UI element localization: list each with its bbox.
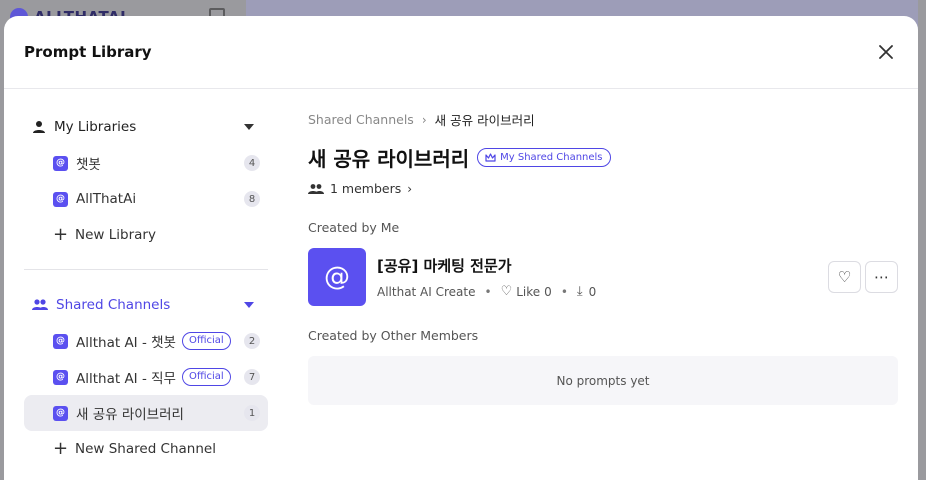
prompt-info: [공유] 마케팅 전문가 Allthat AI Create • ♡ Like …: [377, 255, 824, 299]
prompt-title[interactable]: [공유] 마케팅 전문가: [377, 255, 824, 276]
chip-label: My Shared Channels: [500, 152, 603, 163]
chevron-down-icon[interactable]: [244, 302, 254, 308]
empty-state: No prompts yet: [308, 356, 898, 405]
my-shared-channels-chip: My Shared Channels: [477, 148, 611, 167]
library-main: Shared Channels › 새 공유 라이브러리 새 공유 라이브러리 …: [288, 89, 918, 480]
new-shared-channel-button[interactable]: + New Shared Channel: [24, 431, 268, 467]
shared-channels-label: Shared Channels: [56, 297, 171, 313]
meta-separator: •: [560, 284, 568, 299]
library-icon: @: [53, 405, 68, 421]
created-by-me-label: Created by Me: [308, 220, 400, 235]
my-libraries-header[interactable]: My Libraries: [24, 109, 268, 145]
heart-icon: ♡: [837, 268, 852, 286]
my-libraries-label: My Libraries: [54, 119, 137, 135]
user-icon: [33, 121, 45, 133]
count-badge: 1: [244, 405, 260, 421]
created-by-others-label: Created by Other Members: [308, 328, 479, 343]
more-horizontal-icon: ⋯: [874, 268, 889, 286]
breadcrumb: Shared Channels › 새 공유 라이브러리: [308, 110, 898, 129]
library-icon: @: [53, 191, 68, 207]
count-badge: 4: [244, 155, 260, 171]
library-icon: @: [53, 333, 68, 349]
plus-icon: +: [53, 438, 69, 459]
shared-channels-header[interactable]: Shared Channels: [24, 287, 268, 323]
sidebar-item-label: Allthat AI - 챗봇: [76, 335, 176, 351]
crown-icon: [485, 152, 496, 162]
sidebar-item-allthat-chatbot[interactable]: @ Allthat AI - 챗봇 Official 2: [24, 323, 268, 359]
like-button[interactable]: ♡: [828, 261, 861, 293]
new-library-label: New Library: [75, 227, 156, 243]
page-title: 새 공유 라이브러리: [308, 147, 470, 171]
count-badge: 2: [244, 333, 260, 349]
users-icon: [308, 183, 324, 194]
prompt-card[interactable]: @ [공유] 마케팅 전문가 Allthat AI Create • ♡ Lik…: [308, 248, 898, 306]
sidebar-item-allthat-job[interactable]: @ Allthat AI - 직무 Official 7: [24, 359, 268, 395]
sidebar-item-chatbot[interactable]: @ 챗봇 4: [24, 145, 268, 181]
count-badge: 8: [244, 191, 260, 207]
breadcrumb-parent[interactable]: Shared Channels: [308, 112, 414, 127]
library-icon: @: [53, 155, 68, 171]
heart-icon: ♡: [500, 284, 513, 299]
prompt-meta: Allthat AI Create • ♡ Like 0 • ⤓ 0: [377, 284, 824, 299]
sidebar-divider: [24, 269, 268, 270]
plus-icon: +: [53, 224, 69, 245]
close-button[interactable]: [874, 40, 898, 64]
download-icon: ⤓: [576, 284, 583, 299]
sidebar-item-allthatai[interactable]: @ AllThatAi 8: [24, 181, 268, 217]
download-count: 0: [588, 284, 597, 299]
like-label: Like: [516, 284, 541, 299]
prompt-thumbnail-icon: @: [308, 248, 366, 306]
chevron-down-icon[interactable]: [244, 124, 254, 130]
prompt-author: Allthat AI Create: [377, 284, 476, 299]
members-count: 1 members: [330, 181, 402, 196]
library-sidebar: My Libraries @ 챗봇 4 @ AllThatAi 8 + New …: [4, 89, 288, 480]
new-library-button[interactable]: + New Library: [24, 217, 268, 253]
sidebar-item-label: AllThatAi: [76, 191, 137, 207]
sidebar-item-new-shared-library[interactable]: @ 새 공유 라이브러리 1: [24, 395, 268, 431]
empty-state-text: No prompts yet: [556, 373, 650, 388]
library-icon: @: [53, 369, 68, 385]
close-icon: [879, 45, 893, 59]
more-options-button[interactable]: ⋯: [865, 261, 898, 293]
sidebar-item-label: 챗봇: [76, 157, 101, 173]
like-count: 0: [544, 284, 552, 299]
modal-title: Prompt Library: [24, 43, 152, 61]
members-link[interactable]: 1 members ›: [308, 181, 898, 196]
official-badge: Official: [181, 368, 231, 386]
count-badge: 7: [244, 369, 260, 385]
breadcrumb-current: 새 공유 라이브러리: [434, 113, 535, 128]
sidebar-item-label: Allthat AI - 직무: [76, 371, 176, 387]
chevron-right-icon: ›: [421, 112, 427, 127]
sidebar-item-label: 새 공유 라이브러리: [76, 407, 184, 423]
title-row: 새 공유 라이브러리 My Shared Channels: [308, 143, 898, 172]
meta-separator: •: [484, 284, 492, 299]
users-icon: [32, 299, 48, 310]
official-badge: Official: [181, 332, 231, 350]
modal-body: My Libraries @ 챗봇 4 @ AllThatAi 8 + New …: [4, 89, 918, 480]
new-shared-channel-label: New Shared Channel: [75, 441, 216, 457]
chevron-right-icon: ›: [407, 181, 413, 196]
modal-header: Prompt Library: [4, 16, 918, 89]
prompt-library-modal: Prompt Library My Libraries @ 챗봇 4 @ All…: [4, 16, 918, 480]
